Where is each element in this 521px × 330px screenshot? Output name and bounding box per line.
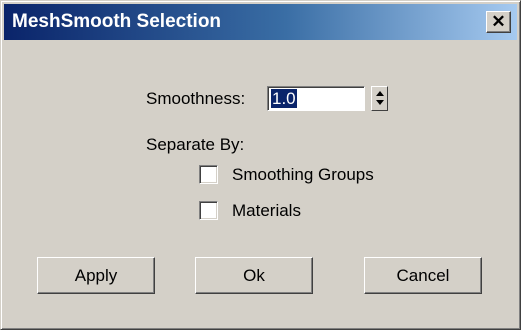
meshsmooth-selection-dialog: MeshSmooth Selection ✕ Smoothness: 1.0 S… bbox=[0, 0, 521, 330]
materials-checkbox[interactable] bbox=[199, 201, 218, 220]
smoothness-label: Smoothness: bbox=[146, 89, 246, 108]
smoothing-groups-label[interactable]: Smoothing Groups bbox=[232, 165, 374, 185]
title-bar[interactable]: MeshSmooth Selection ✕ bbox=[4, 4, 517, 40]
close-button[interactable]: ✕ bbox=[486, 11, 511, 33]
smoothness-input[interactable]: 1.0 bbox=[267, 86, 365, 111]
smoothing-groups-checkbox[interactable] bbox=[199, 165, 218, 184]
spinner-up-arrow-icon[interactable] bbox=[376, 91, 384, 96]
apply-button[interactable]: Apply bbox=[37, 257, 155, 294]
cancel-button[interactable]: Cancel bbox=[364, 257, 482, 294]
spinner-down-arrow-icon[interactable] bbox=[376, 100, 384, 105]
ok-button[interactable]: Ok bbox=[195, 257, 313, 294]
window-title: MeshSmooth Selection bbox=[12, 11, 222, 32]
close-icon: ✕ bbox=[491, 12, 506, 31]
materials-label[interactable]: Materials bbox=[232, 201, 301, 221]
smoothness-spinner[interactable] bbox=[371, 86, 388, 111]
smoothness-value: 1.0 bbox=[271, 89, 297, 108]
separate-by-label: Separate By: bbox=[146, 135, 245, 154]
